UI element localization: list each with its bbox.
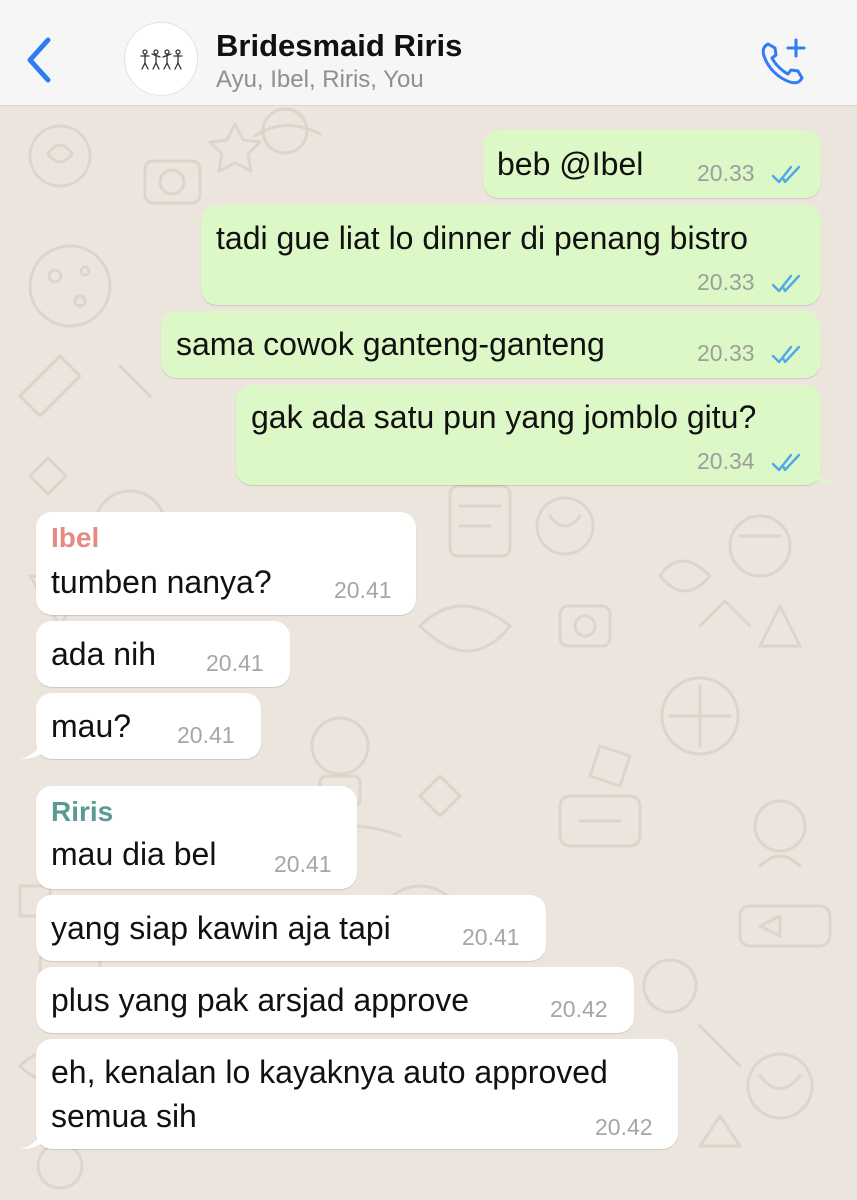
group-avatar[interactable] — [124, 22, 198, 96]
message-timestamp: 20.33 — [697, 269, 755, 295]
chat-header: Bridesmaid Riris Ayu, Ibel, Riris, You — [0, 0, 857, 106]
message-text: semua sih — [51, 1098, 197, 1134]
message-sender-name[interactable]: Riris — [51, 792, 113, 832]
message-timestamp: 20.41 — [334, 577, 392, 603]
message-timestamp: 20.41 — [462, 924, 520, 950]
outgoing-message-bubble[interactable]: sama cowok ganteng-ganteng 20.33 — [161, 311, 821, 378]
read-receipt-icon — [771, 274, 801, 293]
read-receipt-icon — [771, 453, 801, 472]
message-text: eh, kenalan lo kayaknya auto approved — [51, 1054, 608, 1090]
message-text: tumben nanya? — [51, 564, 272, 600]
message-timestamp: 20.33 — [697, 340, 755, 366]
message-text: plus yang pak arsjad approve — [51, 982, 470, 1018]
message-timestamp: 20.41 — [274, 851, 332, 877]
message-timestamp: 20.41 — [177, 722, 235, 748]
message-text: yang siap kawin aja tapi — [51, 910, 391, 946]
incoming-message-bubble[interactable]: Riris mau dia bel 20.41 — [36, 786, 357, 889]
message-text: tadi gue liat lo dinner di penang bistro — [216, 220, 748, 256]
incoming-message-bubble[interactable]: plus yang pak arsjad approve 20.42 — [36, 967, 634, 1033]
message-timestamp: 20.34 — [697, 448, 755, 474]
group-name[interactable]: Bridesmaid Riris — [216, 28, 462, 64]
read-receipt-icon — [771, 165, 801, 184]
incoming-message-bubble[interactable]: ada nih 20.41 — [36, 621, 290, 687]
message-text: sama cowok ganteng-ganteng — [176, 326, 605, 362]
group-avatar-image — [140, 49, 183, 70]
outgoing-message-bubble[interactable]: beb @Ibel 20.33 — [483, 130, 821, 198]
message-text: mau? — [51, 708, 132, 744]
bubble-tail — [20, 739, 42, 759]
chevron-left-icon — [27, 37, 51, 83]
message-sender-name[interactable]: Ibel — [51, 518, 99, 558]
message-timestamp: 20.42 — [550, 996, 608, 1022]
message-timestamp: 20.42 — [595, 1114, 653, 1140]
message-timestamp: 20.41 — [206, 650, 264, 676]
bubble-tail — [20, 1129, 42, 1149]
group-members[interactable]: Ayu, Ibel, Riris, You — [216, 66, 424, 94]
outgoing-message-bubble[interactable]: tadi gue liat lo dinner di penang bistro… — [201, 205, 821, 305]
incoming-message-bubble[interactable]: Ibel tumben nanya? 20.41 — [36, 512, 416, 615]
read-receipt-icon — [771, 345, 801, 364]
message-text: mau dia bel — [51, 836, 217, 872]
message-text: gak ada satu pun yang jomblo gitu? — [251, 399, 757, 435]
message-text: ada nih — [51, 636, 156, 672]
incoming-message-bubble[interactable]: eh, kenalan lo kayaknya auto approved sem… — [36, 1039, 678, 1149]
outgoing-message-bubble[interactable]: gak ada satu pun yang jomblo gitu? 20.34 — [236, 385, 821, 485]
add-call-button[interactable] — [758, 36, 810, 88]
bubble-tail — [815, 465, 837, 485]
message-timestamp: 20.33 — [697, 160, 755, 186]
add-call-icon — [761, 38, 806, 85]
back-button[interactable] — [18, 30, 62, 90]
message-text: beb @Ibel — [497, 146, 644, 182]
incoming-message-bubble[interactable]: mau? 20.41 — [36, 693, 261, 759]
message-list[interactable]: beb @Ibel 20.33 tadi gue liat lo dinner di… — [0, 106, 857, 1200]
incoming-message-bubble[interactable]: yang siap kawin aja tapi 20.41 — [36, 895, 546, 961]
